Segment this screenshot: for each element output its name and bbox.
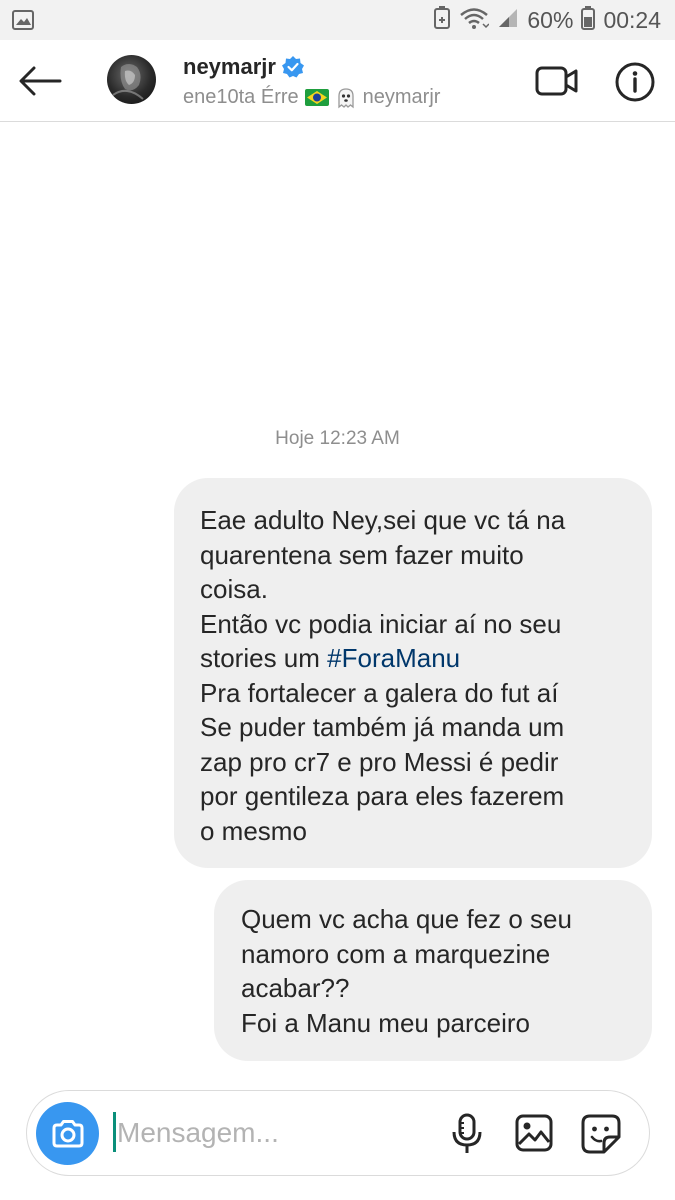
message-line: acabar?? — [241, 973, 350, 1003]
message-text: stories um — [200, 643, 328, 673]
gallery-notification-icon — [12, 10, 34, 35]
status-bar: 60% 00:24 — [0, 0, 675, 40]
sticker-icon — [581, 1114, 621, 1154]
voice-message-button[interactable] — [447, 1113, 487, 1155]
info-button[interactable] — [614, 61, 656, 103]
message-bubble[interactable]: Eae adulto Ney,sei que vc tá na quarente… — [174, 478, 652, 868]
message-line: namoro com a marquezine — [241, 938, 551, 969]
verified-badge-icon — [281, 56, 304, 78]
message-bubble[interactable]: Quem vc acha que fez o seu namoro com a … — [214, 880, 652, 1061]
wifi-icon — [459, 6, 490, 35]
gallery-icon — [515, 1114, 553, 1152]
message-input[interactable] — [117, 1105, 417, 1161]
hashtag-link[interactable]: #ForaManu — [327, 643, 460, 673]
signal-icon — [497, 7, 519, 34]
subtitle-handle: neymarjr — [362, 86, 441, 108]
chat-header: neymarjr ene10ta Érre neymarjr — [0, 40, 675, 122]
battery-icon — [581, 5, 596, 35]
video-call-button[interactable] — [535, 62, 579, 100]
brazil-flag-icon — [304, 89, 329, 106]
gallery-button[interactable] — [514, 1113, 554, 1153]
username[interactable]: neymarjr — [183, 54, 276, 80]
message-line: Pra fortalecer a galera do fut aí — [200, 677, 559, 708]
subtitle-name: ene10ta Érre — [183, 86, 299, 108]
message-line: Quem vc acha que fez o seu — [241, 904, 572, 934]
message-line: Então vc podia iniciar aí no seu — [200, 608, 562, 639]
message-line: zap pro cr7 e pro Messi é pedir — [200, 746, 559, 777]
clock: 00:24 — [603, 6, 661, 33]
battery-percent: 60% — [527, 6, 574, 33]
message-line: Se puder também já manda um — [200, 712, 565, 742]
info-icon — [615, 62, 655, 102]
microphone-icon — [452, 1113, 482, 1153]
message-line: por gentileza para eles fazerem — [200, 781, 565, 811]
message-composer — [26, 1090, 650, 1176]
message-line: Eae adulto Ney,sei que vc tá na — [200, 505, 566, 535]
message-line: Foi a Manu meu parceiro — [241, 1007, 531, 1038]
message-line: o mesmo — [200, 815, 307, 846]
sticker-button[interactable] — [580, 1113, 622, 1155]
message-line: quarentena sem fazer muito — [200, 539, 524, 570]
text-cursor — [113, 1112, 116, 1152]
camera-icon — [52, 1119, 83, 1147]
camera-button[interactable] — [36, 1102, 99, 1165]
avatar[interactable] — [107, 55, 156, 104]
message-line: coisa. — [200, 574, 268, 604]
back-button[interactable] — [16, 60, 64, 102]
video-call-icon — [535, 66, 578, 96]
back-arrow-icon — [19, 66, 62, 96]
ghost-icon — [337, 87, 354, 108]
message-timestamp: Hoje 12:23 AM — [275, 428, 400, 449]
message-line-with-hashtag: stories um #ForaManu — [200, 641, 630, 676]
battery-saver-icon — [433, 5, 451, 35]
